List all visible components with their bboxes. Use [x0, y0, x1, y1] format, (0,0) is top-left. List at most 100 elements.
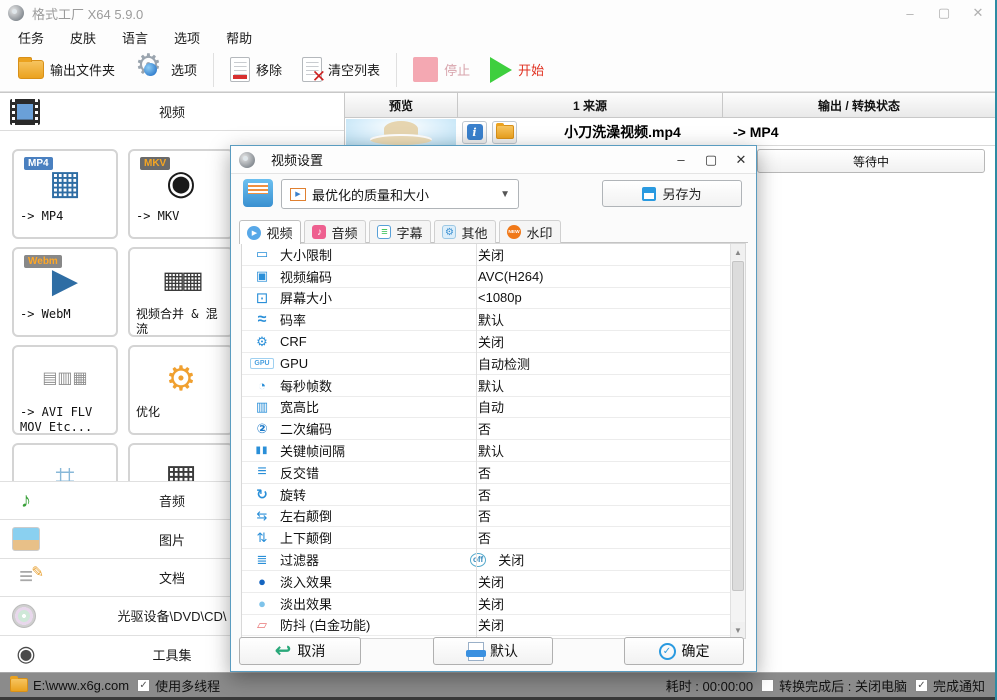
- menu-item[interactable]: 语言: [122, 28, 148, 47]
- settings-tab[interactable]: 字幕: [369, 220, 431, 243]
- multithread-toggle[interactable]: ✓ 使用多线程: [137, 676, 220, 695]
- output-path-button[interactable]: E:\www.x6g.com: [10, 676, 129, 693]
- settings-tab[interactable]: 视频: [239, 220, 301, 244]
- notify-toggle[interactable]: ✓ 完成通知: [914, 676, 985, 695]
- multithread-checkbox[interactable]: ✓: [137, 678, 151, 692]
- format-factory-window: 格式工厂 X64 5.9.0 – ▢ ✕ 任务 皮肤 语言 选项 帮助 输出文件…: [0, 0, 997, 700]
- settings-tab[interactable]: 其他: [434, 220, 496, 243]
- output-folder-label: 输出文件夹: [50, 63, 116, 78]
- shutdown-after-toggle[interactable]: 转换完成后 : 关闭电脑: [761, 676, 907, 695]
- dialog-titlebar[interactable]: 视频设置 – ▢ ✕: [231, 146, 756, 174]
- menu-item[interactable]: 任务: [18, 28, 44, 47]
- settings-scrollbar[interactable]: ▲ ▼: [730, 244, 745, 638]
- notify-checkbox[interactable]: ✓: [914, 678, 928, 692]
- setting-icon: ▣: [255, 268, 269, 284]
- video-section-header[interactable]: 视频: [0, 93, 344, 131]
- format-card-iconzone: ▦▦: [136, 255, 226, 307]
- options-button[interactable]: 选项: [125, 49, 207, 89]
- format-card[interactable]: ▶ Webm -> WebM: [12, 247, 118, 337]
- setting-row[interactable]: ≈ 码率 默认: [242, 309, 730, 332]
- setting-row[interactable]: ⇅ 上下颠倒 否: [242, 527, 730, 550]
- setting-value: 自动检测: [478, 356, 531, 372]
- setting-row[interactable]: ≡ 反交错 否: [242, 462, 730, 484]
- setting-row[interactable]: ≣ 过滤器 off 关闭: [242, 549, 730, 571]
- maximize-icon[interactable]: ▢: [927, 1, 961, 25]
- remove-button[interactable]: 移除: [220, 51, 292, 89]
- menu-item[interactable]: 皮肤: [70, 28, 96, 47]
- scroll-down-icon[interactable]: ▼: [731, 622, 745, 638]
- setting-row[interactable]: ◔ 每秒帧数 默认: [242, 375, 730, 397]
- info-button[interactable]: i: [462, 120, 487, 144]
- setting-row[interactable]: ▱ 防抖 (白金功能) 关闭: [242, 615, 730, 637]
- clear-list-label: 清空列表: [328, 63, 381, 78]
- setting-row[interactable]: ● 淡出效果 关闭: [242, 593, 730, 615]
- format-card[interactable]: ◉ MKV -> MKV: [128, 149, 234, 239]
- dialog-close-icon[interactable]: ✕: [726, 147, 756, 173]
- setting-row[interactable]: ⊡ 屏幕大小 <1080p: [242, 288, 730, 310]
- format-card[interactable]: ▦▦ 视频合并 & 混流: [128, 247, 234, 337]
- setting-row[interactable]: ● 淡入效果 关闭: [242, 571, 730, 593]
- preview-thumbnail[interactable]: [346, 119, 456, 145]
- settings-tab[interactable]: 音频: [304, 220, 366, 243]
- setting-name: 二次编码: [280, 422, 333, 438]
- cancel-button[interactable]: ↩ 取消: [239, 637, 361, 665]
- close-icon[interactable]: ✕: [961, 1, 995, 25]
- open-folder-button[interactable]: [492, 120, 517, 144]
- profile-dropdown[interactable]: 最优化的质量和大小 ▼: [281, 179, 519, 209]
- format-card[interactable]: ▦ MP4 -> MP4: [12, 149, 118, 239]
- menu-item[interactable]: 帮助: [226, 28, 252, 47]
- setting-name: GPU: [280, 355, 309, 371]
- setting-value: <1080p: [478, 290, 522, 306]
- folder-icon: [495, 123, 514, 139]
- tab-label: 视频: [266, 226, 293, 241]
- ok-button[interactable]: ✓ 确定: [624, 637, 744, 665]
- setting-name: 每秒帧数: [280, 378, 333, 394]
- format-card[interactable]: ⌗: [12, 443, 118, 481]
- clear-list-button[interactable]: 清空列表: [292, 51, 390, 89]
- setting-name: 淡入效果: [280, 574, 333, 590]
- setting-row[interactable]: ⇆ 左右颠倒 否: [242, 506, 730, 528]
- minimize-icon[interactable]: –: [893, 1, 927, 25]
- setting-row[interactable]: ② 二次编码 否: [242, 418, 730, 441]
- setting-icon: ▥: [255, 398, 269, 414]
- format-card[interactable]: ⚙ 优化: [128, 345, 234, 435]
- setting-row[interactable]: ⚙ CRF 关闭: [242, 331, 730, 353]
- setting-row[interactable]: GPU GPU 自动检测: [242, 353, 730, 375]
- format-card-label: -> WebM: [20, 307, 71, 321]
- default-button[interactable]: 默认: [433, 637, 553, 665]
- queue-column-header[interactable]: 输出 / 转换状态: [723, 93, 995, 117]
- setting-row[interactable]: ▭ 大小限制 关闭: [242, 244, 730, 266]
- scroll-up-icon[interactable]: ▲: [731, 244, 745, 260]
- settings-tab[interactable]: 水印: [499, 220, 561, 243]
- format-card[interactable]: ▦: [128, 443, 234, 481]
- elapsed-time: 耗时 : 00:00:00: [665, 678, 754, 694]
- save-as-button[interactable]: 另存为: [602, 180, 742, 207]
- menu-item[interactable]: 选项: [174, 28, 200, 47]
- default-doc-icon: [466, 641, 486, 661]
- setting-row[interactable]: ▥ 宽高比 自动: [242, 397, 730, 419]
- format-badge: Webm: [24, 255, 62, 268]
- scrollbar-thumb[interactable]: [732, 261, 744, 591]
- format-card[interactable]: ▤▥▦ -> AVI FLV MOV Etc...: [12, 345, 118, 435]
- dialog-minimize-icon[interactable]: –: [666, 147, 696, 173]
- setting-value: 否: [478, 531, 492, 547]
- start-button[interactable]: 开始: [480, 51, 554, 89]
- queue-column-header[interactable]: 1 来源: [458, 93, 723, 117]
- format-card-iconzone: ◉ MKV: [136, 157, 226, 209]
- setting-row[interactable]: ▮▮ 关键帧间隔 默认: [242, 440, 730, 462]
- setting-row[interactable]: ↻ 旋转 否: [242, 484, 730, 506]
- format-file-icon: ▶: [51, 262, 79, 300]
- format-file-icon: ▦: [48, 164, 82, 202]
- output-folder-button[interactable]: 输出文件夹: [8, 51, 125, 89]
- setting-row[interactable]: ▣ 视频编码 AVC(H264): [242, 266, 730, 288]
- setting-icon: ⇅: [256, 529, 268, 545]
- setting-name: 防抖 (白金功能): [280, 618, 371, 634]
- profile-film-icon: [290, 187, 306, 201]
- shutdown-checkbox[interactable]: [761, 678, 775, 692]
- queue-column-header[interactable]: 预览: [345, 93, 458, 117]
- dialog-maximize-icon[interactable]: ▢: [696, 147, 726, 173]
- stop-button[interactable]: 停止: [403, 51, 480, 89]
- queue-task-row[interactable]: i 小刀洗澡视频.mp4 -> MP4: [345, 118, 995, 146]
- setting-value: 否: [478, 422, 492, 438]
- tab-icon: [442, 225, 457, 239]
